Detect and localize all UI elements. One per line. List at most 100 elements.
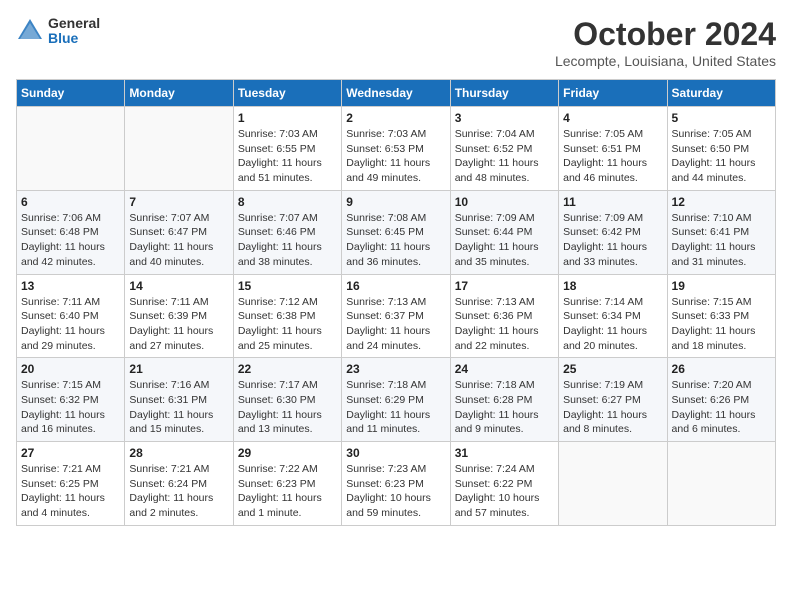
day-info: Sunrise: 7:05 AM Sunset: 6:50 PM Dayligh… — [672, 127, 771, 186]
calendar-table: SundayMondayTuesdayWednesdayThursdayFrid… — [16, 79, 776, 526]
day-number: 3 — [455, 111, 554, 125]
day-info: Sunrise: 7:13 AM Sunset: 6:36 PM Dayligh… — [455, 295, 554, 354]
day-number: 31 — [455, 446, 554, 460]
calendar-cell — [125, 107, 233, 191]
day-info: Sunrise: 7:05 AM Sunset: 6:51 PM Dayligh… — [563, 127, 662, 186]
logo-icon — [16, 17, 44, 45]
day-number: 18 — [563, 279, 662, 293]
day-info: Sunrise: 7:08 AM Sunset: 6:45 PM Dayligh… — [346, 211, 445, 270]
calendar-cell: 11 Sunrise: 7:09 AM Sunset: 6:42 PM Dayli… — [559, 190, 667, 274]
weekday-header-cell: Thursday — [450, 80, 558, 107]
weekday-header-cell: Monday — [125, 80, 233, 107]
day-info: Sunrise: 7:19 AM Sunset: 6:27 PM Dayligh… — [563, 378, 662, 437]
logo-general-text: General — [48, 16, 100, 31]
calendar-cell: 19Sunrise: 7:15 AM Sunset: 6:33 PM Dayli… — [667, 274, 775, 358]
day-info: Sunrise: 7:12 AM Sunset: 6:38 PM Dayligh… — [238, 295, 337, 354]
day-number: 12 — [672, 195, 771, 209]
day-info: Sunrise: 7:20 AM Sunset: 6:26 PM Dayligh… — [672, 378, 771, 437]
calendar-cell: 2 Sunrise: 7:03 AM Sunset: 6:53 PM Daylig… — [342, 107, 450, 191]
calendar-cell: 20 Sunrise: 7:15 AM Sunset: 6:32 PM Dayli… — [17, 358, 125, 442]
day-number: 15 — [238, 279, 337, 293]
calendar-week-row: 27 Sunrise: 7:21 AM Sunset: 6:25 PM Dayli… — [17, 442, 776, 526]
day-info: Sunrise: 7:03 AM Sunset: 6:55 PM Dayligh… — [238, 127, 337, 186]
calendar-cell: 17 Sunrise: 7:13 AM Sunset: 6:36 PM Dayli… — [450, 274, 558, 358]
calendar-cell: 16 Sunrise: 7:13 AM Sunset: 6:37 PM Dayli… — [342, 274, 450, 358]
calendar-cell: 30 Sunrise: 7:23 AM Sunset: 6:23 PM Dayli… — [342, 442, 450, 526]
calendar-cell: 6 Sunrise: 7:06 AM Sunset: 6:48 PM Daylig… — [17, 190, 125, 274]
day-info: Sunrise: 7:03 AM Sunset: 6:53 PM Dayligh… — [346, 127, 445, 186]
calendar-cell: 1 Sunrise: 7:03 AM Sunset: 6:55 PM Daylig… — [233, 107, 341, 191]
day-info: Sunrise: 7:07 AM Sunset: 6:47 PM Dayligh… — [129, 211, 228, 270]
day-number: 26 — [672, 362, 771, 376]
day-number: 9 — [346, 195, 445, 209]
calendar-week-row: 6 Sunrise: 7:06 AM Sunset: 6:48 PM Daylig… — [17, 190, 776, 274]
day-info: Sunrise: 7:22 AM Sunset: 6:23 PM Dayligh… — [238, 462, 337, 521]
day-number: 10 — [455, 195, 554, 209]
day-number: 23 — [346, 362, 445, 376]
logo-blue-text: Blue — [48, 31, 100, 46]
calendar-cell — [17, 107, 125, 191]
weekday-header-cell: Saturday — [667, 80, 775, 107]
day-number: 5 — [672, 111, 771, 125]
day-number: 4 — [563, 111, 662, 125]
day-info: Sunrise: 7:06 AM Sunset: 6:48 PM Dayligh… — [21, 211, 120, 270]
calendar-week-row: 20 Sunrise: 7:15 AM Sunset: 6:32 PM Dayli… — [17, 358, 776, 442]
calendar-cell — [667, 442, 775, 526]
weekday-header-cell: Friday — [559, 80, 667, 107]
calendar-cell: 26 Sunrise: 7:20 AM Sunset: 6:26 PM Dayli… — [667, 358, 775, 442]
day-number: 7 — [129, 195, 228, 209]
calendar-cell: 23 Sunrise: 7:18 AM Sunset: 6:29 PM Dayli… — [342, 358, 450, 442]
calendar-cell: 15 Sunrise: 7:12 AM Sunset: 6:38 PM Dayli… — [233, 274, 341, 358]
day-number: 27 — [21, 446, 120, 460]
calendar-cell: 12Sunrise: 7:10 AM Sunset: 6:41 PM Dayli… — [667, 190, 775, 274]
day-info: Sunrise: 7:15 AM Sunset: 6:33 PM Dayligh… — [672, 295, 771, 354]
day-number: 30 — [346, 446, 445, 460]
calendar-week-row: 13Sunrise: 7:11 AM Sunset: 6:40 PM Dayli… — [17, 274, 776, 358]
day-info: Sunrise: 7:13 AM Sunset: 6:37 PM Dayligh… — [346, 295, 445, 354]
day-number: 16 — [346, 279, 445, 293]
day-info: Sunrise: 7:18 AM Sunset: 6:28 PM Dayligh… — [455, 378, 554, 437]
day-number: 24 — [455, 362, 554, 376]
weekday-header-cell: Wednesday — [342, 80, 450, 107]
day-info: Sunrise: 7:21 AM Sunset: 6:25 PM Dayligh… — [21, 462, 120, 521]
day-info: Sunrise: 7:17 AM Sunset: 6:30 PM Dayligh… — [238, 378, 337, 437]
calendar-cell: 5 Sunrise: 7:05 AM Sunset: 6:50 PM Daylig… — [667, 107, 775, 191]
day-number: 6 — [21, 195, 120, 209]
calendar-cell: 3Sunrise: 7:04 AM Sunset: 6:52 PM Daylig… — [450, 107, 558, 191]
day-info: Sunrise: 7:11 AM Sunset: 6:39 PM Dayligh… — [129, 295, 228, 354]
day-number: 14 — [129, 279, 228, 293]
calendar-cell: 29 Sunrise: 7:22 AM Sunset: 6:23 PM Dayli… — [233, 442, 341, 526]
calendar-cell: 9 Sunrise: 7:08 AM Sunset: 6:45 PM Daylig… — [342, 190, 450, 274]
weekday-header-row: SundayMondayTuesdayWednesdayThursdayFrid… — [17, 80, 776, 107]
day-number: 1 — [238, 111, 337, 125]
calendar-body: 1 Sunrise: 7:03 AM Sunset: 6:55 PM Daylig… — [17, 107, 776, 526]
day-info: Sunrise: 7:09 AM Sunset: 6:42 PM Dayligh… — [563, 211, 662, 270]
calendar-cell: 14 Sunrise: 7:11 AM Sunset: 6:39 PM Dayli… — [125, 274, 233, 358]
day-number: 21 — [129, 362, 228, 376]
calendar-cell: 24 Sunrise: 7:18 AM Sunset: 6:28 PM Dayli… — [450, 358, 558, 442]
day-number: 11 — [563, 195, 662, 209]
calendar-cell — [559, 442, 667, 526]
calendar-cell: 31Sunrise: 7:24 AM Sunset: 6:22 PM Dayli… — [450, 442, 558, 526]
calendar-week-row: 1 Sunrise: 7:03 AM Sunset: 6:55 PM Daylig… — [17, 107, 776, 191]
day-info: Sunrise: 7:15 AM Sunset: 6:32 PM Dayligh… — [21, 378, 120, 437]
day-info: Sunrise: 7:07 AM Sunset: 6:46 PM Dayligh… — [238, 211, 337, 270]
calendar-cell: 22Sunrise: 7:17 AM Sunset: 6:30 PM Dayli… — [233, 358, 341, 442]
day-number: 20 — [21, 362, 120, 376]
day-info: Sunrise: 7:09 AM Sunset: 6:44 PM Dayligh… — [455, 211, 554, 270]
day-number: 25 — [563, 362, 662, 376]
weekday-header-cell: Sunday — [17, 80, 125, 107]
day-info: Sunrise: 7:18 AM Sunset: 6:29 PM Dayligh… — [346, 378, 445, 437]
calendar-cell: 4 Sunrise: 7:05 AM Sunset: 6:51 PM Daylig… — [559, 107, 667, 191]
day-number: 29 — [238, 446, 337, 460]
day-number: 2 — [346, 111, 445, 125]
logo: General Blue — [16, 16, 100, 47]
day-info: Sunrise: 7:23 AM Sunset: 6:23 PM Dayligh… — [346, 462, 445, 521]
day-number: 8 — [238, 195, 337, 209]
day-info: Sunrise: 7:11 AM Sunset: 6:40 PM Dayligh… — [21, 295, 120, 354]
weekday-header-cell: Tuesday — [233, 80, 341, 107]
calendar-cell: 21Sunrise: 7:16 AM Sunset: 6:31 PM Dayli… — [125, 358, 233, 442]
day-info: Sunrise: 7:14 AM Sunset: 6:34 PM Dayligh… — [563, 295, 662, 354]
day-number: 17 — [455, 279, 554, 293]
calendar-cell: 13Sunrise: 7:11 AM Sunset: 6:40 PM Dayli… — [17, 274, 125, 358]
